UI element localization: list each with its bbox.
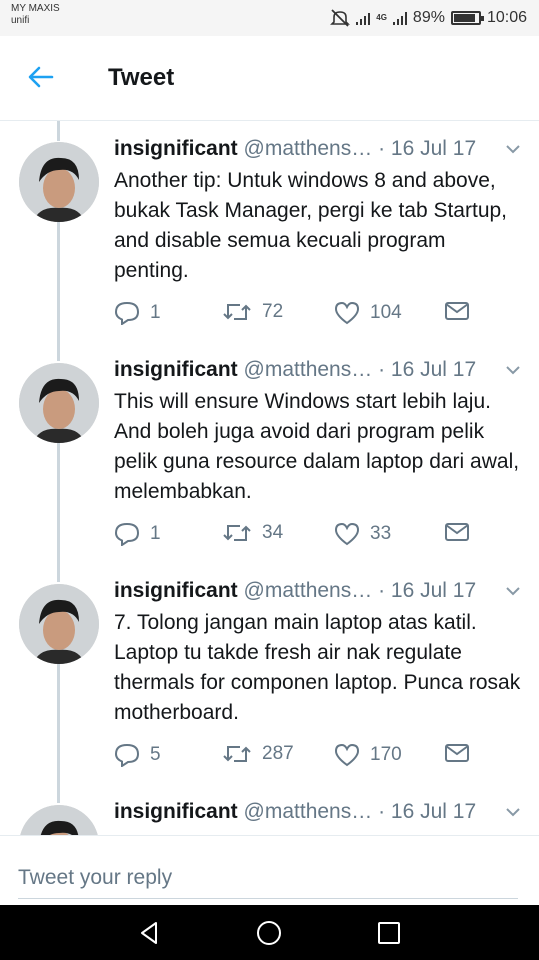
status-icons: 4G 89% 10:06 xyxy=(330,6,527,30)
tweet-date: · 16 Jul 17 xyxy=(378,358,477,381)
cell-signal-icon xyxy=(392,11,407,25)
tweet-date: · 16 Jul 17 xyxy=(378,800,477,823)
like-count: 104 xyxy=(370,302,402,323)
chevron-down-icon[interactable] xyxy=(505,586,521,596)
tweet-text: 7. Tolong jangan main laptop atas katil.… xyxy=(114,611,521,724)
retweet-action[interactable]: 72 xyxy=(222,301,283,323)
tweet[interactable]: insignificant @matthens… · 16 Jul 17 Ano… xyxy=(0,121,539,342)
retweet-action[interactable]: 34 xyxy=(222,522,283,544)
envelope-icon xyxy=(445,744,469,762)
heart-icon xyxy=(334,522,360,546)
tweet-header: insignificant @matthens… · 16 Jul 17 xyxy=(114,800,476,824)
reply-count: 1 xyxy=(150,302,161,323)
profile-photo-icon xyxy=(19,142,99,222)
envelope-icon xyxy=(445,302,469,320)
tweet-text: This will ensure Windows start lebih laj… xyxy=(114,390,520,503)
profile-photo-icon xyxy=(19,363,99,443)
user-handle[interactable]: @matthens… xyxy=(244,800,373,823)
reply-bar xyxy=(0,835,539,906)
profile-photo-icon xyxy=(19,805,99,835)
reply-input[interactable] xyxy=(18,858,518,899)
tweet-actions: 5 287 170 xyxy=(114,743,524,769)
tweet-header: insignificant @matthens… · 16 Jul 17 xyxy=(114,358,476,382)
like-count: 170 xyxy=(370,744,402,765)
retweet-icon xyxy=(223,746,251,762)
user-handle[interactable]: @matthens… xyxy=(244,358,373,381)
page-title: Tweet xyxy=(108,64,175,91)
user-name[interactable]: insignificant xyxy=(114,579,238,602)
tweet-feed[interactable]: insignificant @matthens… · 16 Jul 17 Ano… xyxy=(0,121,539,835)
user-name[interactable]: insignificant xyxy=(114,800,238,823)
dm-action[interactable] xyxy=(444,743,470,763)
status-bar: MY MAXIS unifi 4G 89% 10:06 xyxy=(0,0,539,36)
tweet-text: Another tip: Untuk windows 8 and above, … xyxy=(114,169,508,282)
chevron-down-icon[interactable] xyxy=(505,365,521,375)
carrier-name: MY MAXIS xyxy=(11,3,60,14)
home-nav-icon[interactable] xyxy=(255,919,283,947)
retweet-count: 34 xyxy=(262,522,284,543)
back-nav-icon[interactable] xyxy=(136,919,164,947)
chevron-down-icon[interactable] xyxy=(505,144,521,154)
battery-icon xyxy=(450,11,484,25)
dm-action[interactable] xyxy=(444,522,470,542)
dm-action[interactable] xyxy=(444,301,470,321)
tweet-header: insignificant @matthens… · 16 Jul 17 xyxy=(114,137,476,161)
heart-icon xyxy=(334,743,360,767)
tweet-date: · 16 Jul 17 xyxy=(378,137,477,160)
tweet-header: insignificant @matthens… · 16 Jul 17 xyxy=(114,579,476,603)
tweet-actions: 1 34 33 xyxy=(114,522,524,548)
recents-nav-icon[interactable] xyxy=(375,919,403,947)
like-action[interactable]: 104 xyxy=(334,301,402,325)
profile-photo-icon xyxy=(19,584,99,664)
tweet[interactable]: insignificant @matthens… · 16 Jul 17 xyxy=(0,784,539,835)
avatar[interactable] xyxy=(19,584,99,664)
user-name[interactable]: insignificant xyxy=(114,137,238,160)
user-handle[interactable]: @matthens… xyxy=(244,137,373,160)
reply-action[interactable]: 1 xyxy=(114,301,161,325)
heart-icon xyxy=(334,301,360,325)
reply-count: 1 xyxy=(150,523,161,544)
user-name[interactable]: insignificant xyxy=(114,358,238,381)
retweet-count: 72 xyxy=(262,301,284,322)
back-arrow-icon[interactable] xyxy=(26,62,56,92)
avatar[interactable] xyxy=(19,363,99,443)
tweet[interactable]: insignificant @matthens… · 16 Jul 17 Thi… xyxy=(0,342,539,563)
network-type: 4G xyxy=(376,13,387,22)
like-count: 33 xyxy=(370,523,392,544)
retweet-action[interactable]: 287 xyxy=(222,743,294,765)
mute-icon xyxy=(330,9,351,27)
carrier-sub: unifi xyxy=(11,15,30,26)
chevron-down-icon[interactable] xyxy=(505,807,521,817)
wifi-signal-icon xyxy=(356,11,371,25)
user-handle[interactable]: @matthens… xyxy=(244,579,373,602)
tweet[interactable]: insignificant @matthens… · 16 Jul 17 7. … xyxy=(0,563,539,784)
envelope-icon xyxy=(445,523,469,541)
carrier-info: MY MAXIS unifi xyxy=(11,3,60,27)
avatar[interactable] xyxy=(19,142,99,222)
retweet-icon xyxy=(223,525,251,541)
like-action[interactable]: 33 xyxy=(334,522,391,546)
reply-icon xyxy=(114,522,140,546)
system-nav-bar xyxy=(0,905,539,960)
retweet-count: 287 xyxy=(262,743,294,764)
battery-percent: 89% xyxy=(412,9,445,26)
like-action[interactable]: 170 xyxy=(334,743,402,767)
reply-count: 5 xyxy=(150,744,161,765)
tweet-actions: 1 72 104 xyxy=(114,301,524,327)
reply-action[interactable]: 1 xyxy=(114,522,161,546)
retweet-icon xyxy=(223,304,251,320)
app-header: Tweet xyxy=(0,36,539,121)
reply-action[interactable]: 5 xyxy=(114,743,161,767)
reply-icon xyxy=(114,301,140,325)
tweet-date: · 16 Jul 17 xyxy=(378,579,477,602)
clock: 10:06 xyxy=(486,9,527,26)
avatar[interactable] xyxy=(19,805,99,835)
reply-icon xyxy=(114,743,140,767)
